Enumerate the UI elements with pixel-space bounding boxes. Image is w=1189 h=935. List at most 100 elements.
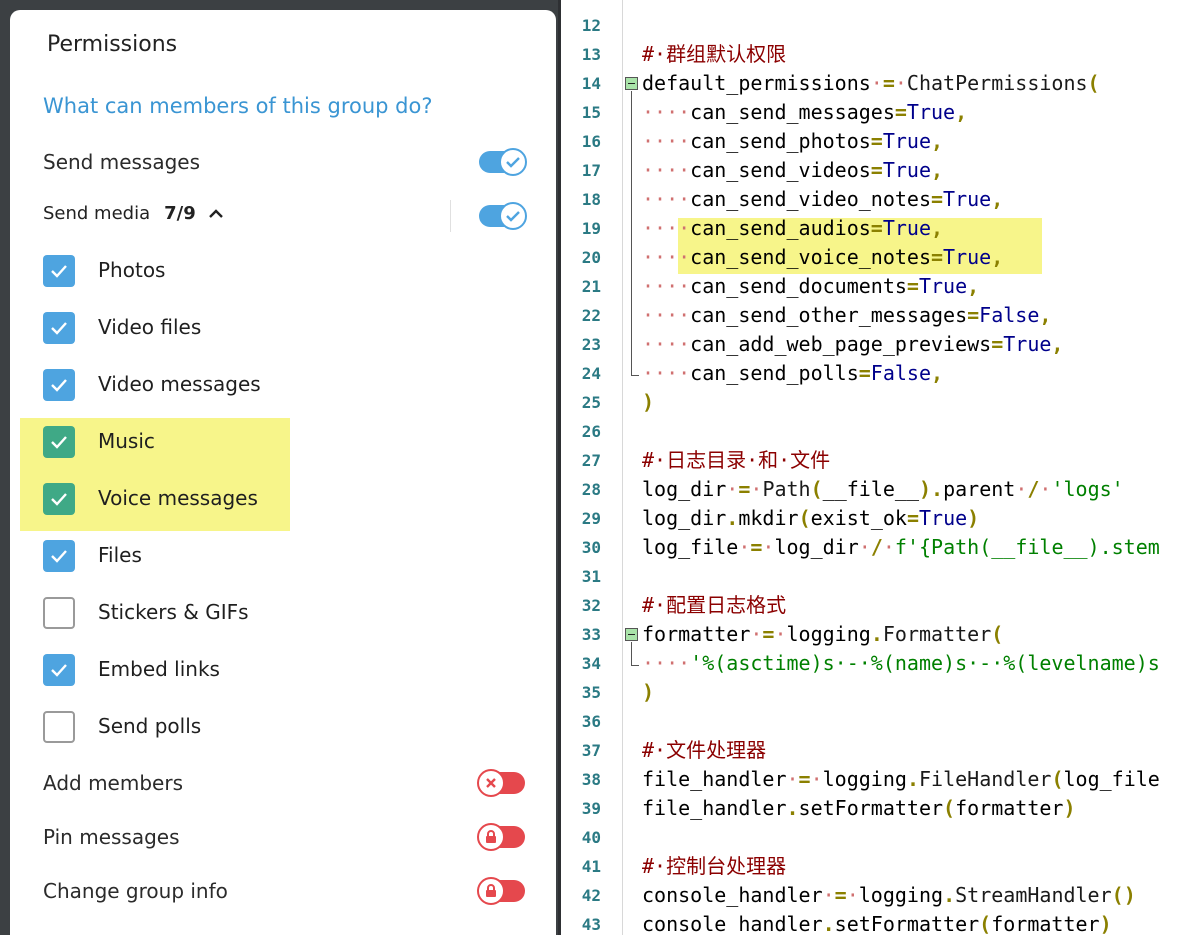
code-text: console_handler.setFormatter(formatter) [642,912,1112,935]
dialog-title: Permissions [47,32,178,57]
line-number: 32 [581,596,601,615]
send-media-expander[interactable]: Send media 7/9 [43,203,224,224]
lock-icon [477,823,505,851]
line-number: 28 [581,480,601,499]
code-line: 26 [561,417,1189,446]
media-item-label: Files [98,543,142,567]
media-checkbox[interactable] [43,540,75,572]
add-members-toggle[interactable] [477,769,525,797]
line-number: 38 [581,770,601,789]
line-number: 18 [581,190,601,209]
code-text: #·文件处理器 [642,738,767,762]
line-number: 14 [581,74,601,93]
code-text: #·群组默认权限 [642,42,787,66]
code-line: 18 ····can_send_video_notes=True, [561,185,1189,214]
code-text: #·配置日志格式 [642,593,787,617]
code-line: 32 #·配置日志格式 [561,591,1189,620]
divider [450,200,451,232]
check-icon [51,664,67,677]
chevron-up-icon [208,208,223,218]
code-line: 13 #·群组默认权限 [561,40,1189,69]
line-number: 22 [581,306,601,325]
line-number: 34 [581,654,601,673]
code-text: ····can_send_messages=True, [642,100,968,124]
line-number: 21 [581,277,601,296]
line-number: 35 [581,683,601,702]
media-item-label: Stickers & GIFs [98,600,249,624]
code-line: 37 #·文件处理器 [561,736,1189,765]
code-line: 12 [561,11,1189,40]
media-checkbox[interactable] [43,711,75,743]
code-text: ) [642,390,655,414]
media-item-label: Photos [98,258,166,282]
media-checkbox[interactable] [43,369,75,401]
code-text: ····can_send_video_notes=True, [642,187,1004,211]
line-number: 19 [581,219,601,238]
fold-guide-end [631,665,639,666]
code-text: file_handler.setFormatter(formatter) [642,796,1076,820]
code-text: ····'%(asctime)s·-·%(name)s·-·%(levelnam… [642,651,1160,675]
line-number: 30 [581,538,601,557]
fold-toggle-icon[interactable] [625,77,638,90]
line-number: 43 [581,915,601,934]
line-number: 20 [581,248,601,267]
code-line: 40 [561,823,1189,852]
code-line: 27 #·日志目录·和·文件 [561,446,1189,475]
code-line: 17 ····can_send_videos=True, [561,156,1189,185]
code-line: 28 log_dir·=·Path(__file__).parent·/·'log… [561,475,1189,504]
line-number: 13 [581,45,601,64]
code-line: 24 ····can_send_polls=False, [561,359,1189,388]
code-text: #·控制台处理器 [642,854,787,878]
section-heading: What can members of this group do? [43,94,433,118]
send-media-toggle[interactable] [479,202,527,230]
code-line: 43 console_handler.setFormatter(formatter… [561,910,1189,935]
media-item-label: Embed links [98,657,220,681]
line-number: 26 [581,422,601,441]
line-number: 36 [581,712,601,731]
media-item-label: Video files [98,315,202,339]
code-line: 33 formatter·=·logging.Formatter( [561,620,1189,649]
code-text: formatter·=·logging.Formatter( [642,622,1004,646]
code-line: 34 ····'%(asctime)s·-·%(name)s·-·%(leveln… [561,649,1189,678]
code-editor[interactable]: 12 13 #·群组默认权限 14 default_permissions·=·Chat… [561,0,1189,935]
code-text: ····can_send_videos=True, [642,158,944,182]
pin-messages-label: Pin messages [43,825,180,849]
media-checkbox[interactable] [43,597,75,629]
code-text: ····can_send_photos=True, [642,129,944,153]
send-messages-label: Send messages [43,150,201,174]
code-line: 42 console_handler·=·logging.StreamHandle… [561,881,1189,910]
media-checkbox[interactable] [43,483,75,515]
line-number: 31 [581,567,601,586]
check-icon [51,265,67,278]
code-line: 39 file_handler.setFormatter(formatter) [561,794,1189,823]
line-number: 42 [581,886,601,905]
media-checkbox[interactable] [43,654,75,686]
code-line: 22 ····can_send_other_messages=False, [561,301,1189,330]
send-media-label: Send media [43,203,151,224]
code-line: 14 default_permissions·=·ChatPermissions( [561,69,1189,98]
media-checkbox[interactable] [43,426,75,458]
code-text: default_permissions·=·ChatPermissions( [642,71,1100,95]
line-number: 33 [581,625,601,644]
code-line: 36 [561,707,1189,736]
line-number: 27 [581,451,601,470]
media-checkbox[interactable] [43,312,75,344]
code-text: ····can_send_documents=True, [642,274,980,298]
check-icon [51,550,67,563]
code-line: 35) [561,678,1189,707]
change-info-toggle[interactable] [477,877,525,905]
media-checkbox[interactable] [43,255,75,287]
code-text: console_handler·=·logging.StreamHandler(… [642,883,1136,907]
permissions-dialog: Permissions What can members of this gro… [10,10,556,935]
lock-icon [477,877,505,905]
send-messages-toggle[interactable] [479,148,527,176]
code-line: 31 [561,562,1189,591]
line-number: 40 [581,828,601,847]
add-members-label: Add members [43,771,183,795]
fold-toggle-icon[interactable] [625,628,638,641]
pin-messages-toggle[interactable] [477,823,525,851]
media-item-label: Send polls [98,714,202,738]
change-info-label: Change group info [43,879,228,903]
media-item-label: Video messages [98,372,261,396]
code-text: log_file·=·log_dir·/·f'{Path(__file__).s… [642,535,1160,559]
